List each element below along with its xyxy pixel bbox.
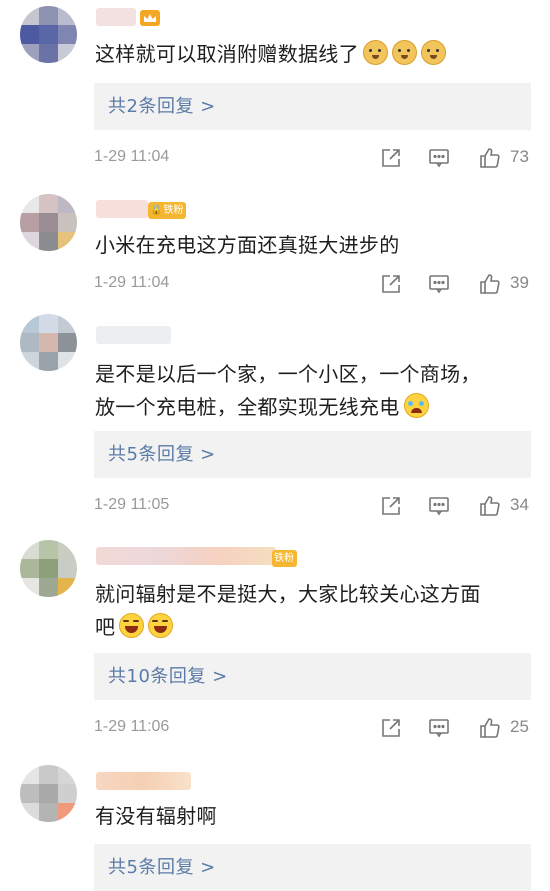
timestamp: 1-29 11:04 xyxy=(94,148,170,165)
laughing-emoji-icon xyxy=(119,613,145,638)
comment-meta: 1-29 11:04 73 xyxy=(94,146,531,172)
reply-count-button[interactable]: 共10条回复 > xyxy=(94,653,531,700)
comment-icon[interactable] xyxy=(427,272,453,298)
avatar[interactable] xyxy=(20,540,77,597)
username[interactable] xyxy=(96,772,191,790)
crown-icon xyxy=(140,10,160,26)
like-count: 34 xyxy=(510,495,529,514)
timestamp: 1-29 11:05 xyxy=(94,496,170,513)
username[interactable] xyxy=(96,8,136,26)
comment-text: 这样就可以取消附赠数据线了 xyxy=(95,38,525,71)
comment-meta: 1-29 11:04 39 xyxy=(94,272,531,298)
like-count: 73 xyxy=(510,147,529,166)
timestamp: 1-29 11:04 xyxy=(94,274,170,291)
avatar[interactable] xyxy=(20,314,77,371)
avatar[interactable] xyxy=(20,765,77,822)
username[interactable] xyxy=(96,326,171,344)
avatar[interactable] xyxy=(20,6,77,63)
doge-emoji-icon xyxy=(391,40,417,65)
username[interactable] xyxy=(96,200,148,218)
reply-count-button[interactable]: 共5条回复 > xyxy=(94,431,531,478)
comment-meta: 1-29 11:06 25 xyxy=(94,716,531,742)
thumbs-up-icon[interactable] xyxy=(478,272,504,298)
reply-count-button[interactable]: 共5条回复 > xyxy=(94,844,531,891)
like-count: 39 xyxy=(510,273,529,292)
comment-text: 有没有辐射啊 xyxy=(95,804,217,828)
comment-text: 就问辐射是不是挺大，大家比较关心这方面 吧 xyxy=(95,582,481,639)
comment-meta: 1-29 11:05 34 xyxy=(94,494,531,520)
share-icon[interactable] xyxy=(379,272,405,298)
timestamp: 1-29 11:06 xyxy=(94,718,170,735)
reply-count-button[interactable]: 共2条回复 > xyxy=(94,83,531,130)
username[interactable] xyxy=(96,547,276,565)
doge-emoji-icon xyxy=(362,40,388,65)
doge-emoji-icon xyxy=(420,40,446,65)
like-count: 25 xyxy=(510,717,529,736)
comment-icon[interactable] xyxy=(427,716,453,742)
avatar[interactable] xyxy=(20,194,77,251)
share-icon[interactable] xyxy=(379,716,405,742)
thumbs-up-icon[interactable] xyxy=(478,494,504,520)
comment-icon[interactable] xyxy=(427,494,453,520)
fan-badge: 🔒 铁粉 xyxy=(148,202,187,219)
thumbs-up-icon[interactable] xyxy=(478,716,504,742)
comment-text: 小米在充电这方面还真挺大进步的 xyxy=(95,233,400,257)
share-icon[interactable] xyxy=(379,494,405,520)
share-icon[interactable] xyxy=(379,146,405,172)
comment-text: 是不是以后一个家，一个小区，一个商场， 放一个充电桩，全都实现无线充电 xyxy=(95,362,481,419)
comment-icon[interactable] xyxy=(427,146,453,172)
laughing-emoji-icon xyxy=(148,613,174,638)
fan-badge: 铁粉 xyxy=(272,550,297,567)
crying-emoji-icon xyxy=(403,393,429,418)
thumbs-up-icon[interactable] xyxy=(478,146,504,172)
